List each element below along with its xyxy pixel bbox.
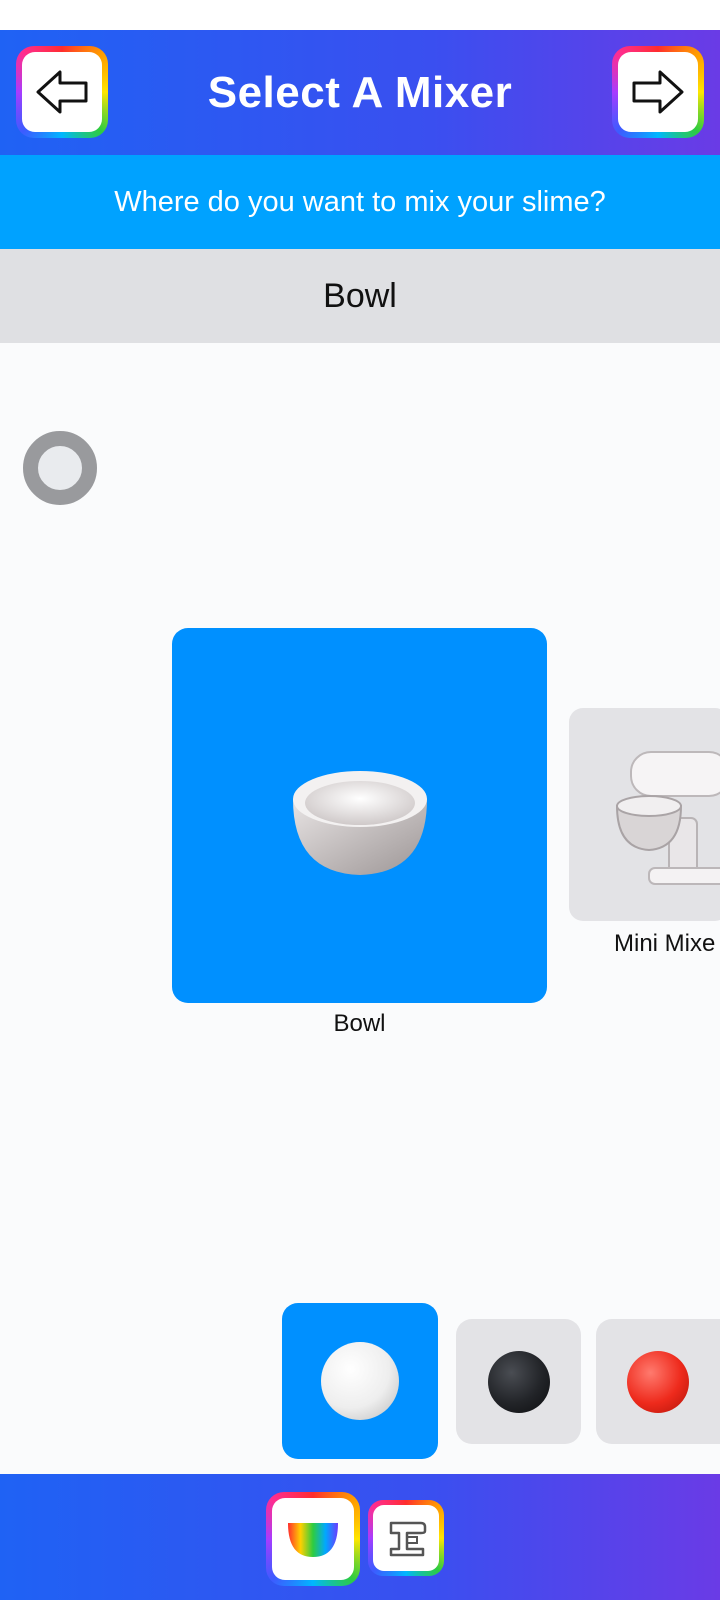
mixer-label-mini-mixer: Mini Mixe [614, 930, 716, 957]
page-title: Select A Mixer [207, 67, 513, 117]
prompt-text: Where do you want to mix your slime? [114, 185, 606, 218]
back-button[interactable] [16, 46, 108, 138]
selected-mixer-name: Bowl [323, 276, 397, 315]
arrow-right-icon [632, 70, 684, 114]
stand-mixer-icon [615, 751, 720, 885]
mixer-card-mini-mixer[interactable] [569, 708, 720, 921]
selected-mixer-bar: Bowl [0, 249, 720, 343]
arrow-left-icon [36, 70, 88, 114]
bottom-tab-bar [0, 1474, 720, 1600]
bowl-icon [292, 770, 427, 875]
next-button[interactable] [612, 46, 704, 138]
red-ball-icon [627, 1350, 689, 1413]
tab-bowl[interactable] [266, 1492, 360, 1586]
mixer-card-bowl[interactable] [172, 628, 547, 1003]
toggle-radio[interactable] [23, 431, 97, 505]
status-bar [0, 0, 720, 30]
white-ball-icon [321, 1342, 399, 1420]
mixer-outline-icon [389, 1521, 427, 1557]
tab-mixer[interactable] [368, 1500, 444, 1576]
rainbow-bowl-icon [288, 1523, 338, 1557]
black-ball-icon [487, 1350, 550, 1413]
color-option-white[interactable] [282, 1303, 438, 1459]
prompt-banner: Where do you want to mix your slime? [0, 155, 720, 249]
color-option-black[interactable] [456, 1319, 581, 1444]
mixer-label-bowl: Bowl [333, 1010, 386, 1037]
header-bar: Select A Mixer [0, 30, 720, 155]
color-option-red[interactable] [596, 1319, 720, 1444]
